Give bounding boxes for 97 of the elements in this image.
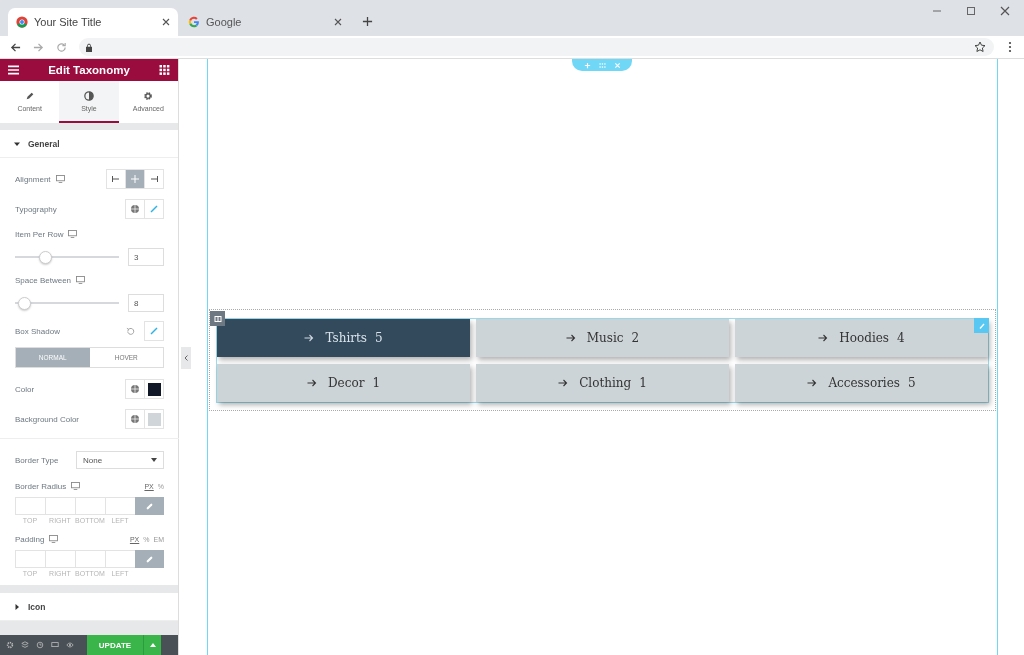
- dimension-field[interactable]: [75, 550, 105, 568]
- browser-tab[interactable]: Your Site Title: [8, 8, 178, 36]
- add-icon[interactable]: [583, 61, 591, 69]
- control-label: Color: [15, 384, 35, 394]
- control-label: Typography: [15, 204, 57, 214]
- pencil-icon: [24, 90, 35, 101]
- control-label: Background Color: [15, 414, 80, 424]
- new-tab-icon[interactable]: [362, 16, 373, 27]
- dimension-field[interactable]: [45, 497, 75, 515]
- align-right-icon: [149, 174, 159, 184]
- close-icon[interactable]: [1000, 6, 1010, 16]
- control-label: Box Shadow: [15, 326, 60, 336]
- close-tab-icon[interactable]: [162, 18, 170, 26]
- chevron-left-icon: [184, 355, 188, 361]
- dimension-field[interactable]: [45, 550, 75, 568]
- history-icon[interactable]: [36, 641, 44, 649]
- drag-icon[interactable]: [598, 61, 606, 69]
- collapse-panel-button[interactable]: [181, 347, 191, 369]
- control-label: Item Per Row: [15, 229, 64, 239]
- category-link[interactable]: Accessories 5: [735, 364, 988, 402]
- forward-icon[interactable]: [33, 41, 44, 53]
- lock-icon: [85, 42, 93, 52]
- category-link[interactable]: Decor 1: [217, 364, 470, 402]
- grid-icon[interactable]: [159, 65, 170, 75]
- arrow-right-icon: [306, 379, 317, 387]
- globe-icon[interactable]: [130, 204, 140, 214]
- dimension-field[interactable]: [15, 497, 45, 515]
- arrow-right-icon: [304, 334, 315, 342]
- monitor-icon[interactable]: [49, 535, 59, 543]
- menu-icon[interactable]: [8, 65, 19, 75]
- number-field[interactable]: 8: [128, 294, 164, 312]
- caret-icon: [14, 603, 20, 610]
- slider-thumb[interactable]: [39, 250, 52, 264]
- align-left-icon: [111, 174, 121, 184]
- monitor-icon[interactable]: [71, 482, 81, 490]
- link-button[interactable]: [135, 550, 164, 568]
- control-label: Alignment: [15, 174, 51, 184]
- responsive-icon[interactable]: [51, 641, 59, 649]
- arrow-right-icon: [565, 334, 576, 342]
- menu-icon[interactable]: [1008, 41, 1012, 53]
- arrow-right-icon: [558, 379, 569, 387]
- category-link[interactable]: Hoodies 4: [735, 319, 988, 357]
- align-option[interactable]: [125, 170, 144, 188]
- reload-icon[interactable]: [56, 41, 67, 53]
- arrow-right-icon: [807, 379, 818, 387]
- browser-logo-icon: [16, 16, 28, 28]
- caret-icon: [149, 643, 156, 647]
- monitor-icon[interactable]: [68, 230, 78, 238]
- section-handle[interactable]: [572, 59, 632, 71]
- globe-icon[interactable]: [130, 414, 140, 424]
- update-options-button[interactable]: [143, 635, 161, 655]
- number-field[interactable]: 3: [128, 248, 164, 266]
- panel-title: Edit Taxonomy: [47, 64, 131, 76]
- half-circle-icon: [84, 90, 94, 101]
- maximize-icon[interactable]: [966, 6, 976, 16]
- category-link[interactable]: Music 2: [476, 319, 729, 357]
- monitor-icon[interactable]: [55, 175, 65, 183]
- category-link[interactable]: Tshirts 5: [217, 319, 470, 357]
- color-swatch[interactable]: [147, 382, 161, 396]
- pencil-icon[interactable]: [149, 204, 159, 214]
- pencil-icon[interactable]: [149, 326, 159, 336]
- globe-icon[interactable]: [130, 384, 140, 394]
- column-handle[interactable]: [210, 311, 225, 326]
- pencil-icon: [977, 321, 986, 330]
- slider-thumb[interactable]: [18, 296, 32, 310]
- arrow-right-icon: [818, 334, 829, 342]
- category-link[interactable]: Clothing 1: [476, 364, 729, 402]
- close-tab-icon[interactable]: [334, 18, 342, 26]
- eye-icon[interactable]: [66, 641, 74, 649]
- layers-icon[interactable]: [21, 641, 29, 649]
- caret-icon: [14, 140, 20, 147]
- reset-icon[interactable]: [126, 326, 135, 336]
- back-icon[interactable]: [10, 41, 21, 53]
- align-center-icon: [130, 174, 140, 184]
- border-type-select[interactable]: None: [76, 451, 164, 469]
- control-label: Padding: [15, 534, 45, 544]
- g-logo-icon: [188, 16, 200, 28]
- link-icon: [145, 554, 154, 564]
- dimension-field[interactable]: [75, 497, 105, 515]
- control-label: Border Radius: [15, 481, 67, 491]
- dimension-field[interactable]: [15, 550, 45, 568]
- browser-tab[interactable]: Google: [180, 8, 350, 36]
- columns-icon: [213, 314, 222, 323]
- section-header[interactable]: Icon: [0, 593, 178, 621]
- edit-widget-button[interactable]: [974, 318, 989, 333]
- address-field[interactable]: [79, 38, 994, 56]
- control-label: Space Between: [15, 275, 72, 285]
- link-icon: [145, 501, 154, 511]
- star-icon[interactable]: [974, 41, 986, 53]
- gear-icon: [143, 90, 154, 101]
- color-swatch[interactable]: [147, 412, 161, 426]
- section-header[interactable]: General: [0, 130, 178, 158]
- gear-icon[interactable]: [6, 641, 14, 649]
- link-button[interactable]: [135, 497, 164, 515]
- control-label: Border Type: [15, 455, 59, 465]
- caret-icon: [151, 458, 157, 462]
- monitor-icon[interactable]: [76, 276, 86, 284]
